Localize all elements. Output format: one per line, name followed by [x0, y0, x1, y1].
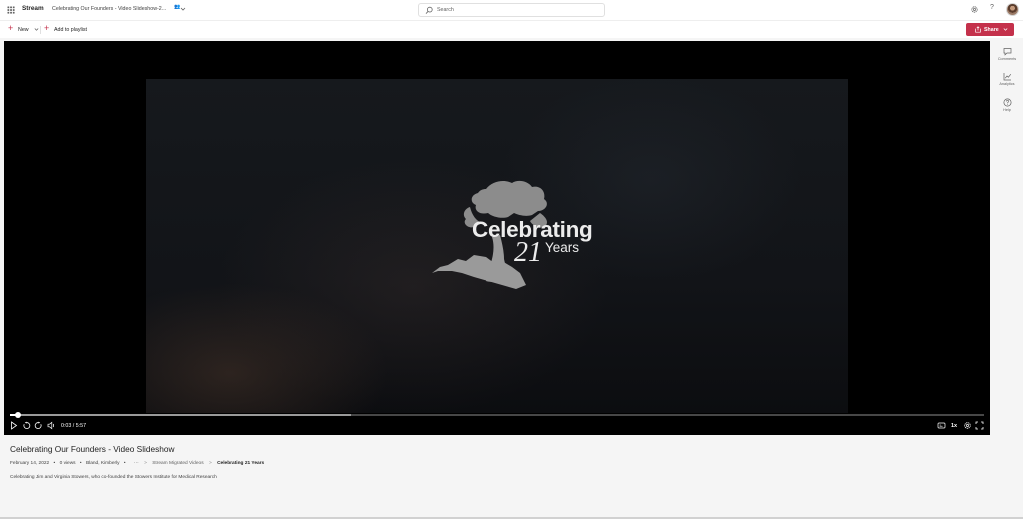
play-icon	[11, 421, 18, 430]
video-player[interactable]: Celebrating 21 Years 0:03 / 5:57 1x	[4, 41, 990, 435]
forward-button[interactable]	[34, 421, 43, 431]
analytics-icon	[1003, 73, 1011, 81]
publish-date: February 14, 2022	[10, 461, 50, 466]
forward-icon	[34, 421, 42, 429]
help-icon	[1003, 98, 1011, 107]
captions-icon	[937, 422, 946, 429]
breadcrumb-current: Celebrating 21 Years	[217, 461, 265, 466]
rewind-icon	[23, 421, 31, 429]
analytics-button[interactable]: Analytics	[994, 72, 1020, 86]
separator-dot: •	[53, 461, 56, 466]
share-button[interactable]: Share	[966, 23, 1014, 36]
help-icon[interactable]: ?	[990, 4, 994, 11]
chevron-right-icon: >	[208, 461, 212, 466]
comments-icon	[1003, 48, 1011, 56]
app-name[interactable]: Stream	[22, 5, 44, 12]
comments-label: Comments	[997, 57, 1017, 61]
command-bar: + New + Add to playlist Share	[0, 20, 1023, 38]
plus-icon: +	[8, 23, 14, 33]
document-title[interactable]: Celebrating Our Founders - Video Slidesh…	[52, 6, 166, 12]
chevron-down-icon	[1003, 28, 1008, 31]
view-count: 0 views	[59, 461, 76, 466]
comments-button[interactable]: Comments	[994, 47, 1020, 61]
fullscreen-icon	[975, 421, 984, 430]
chevron-down-icon[interactable]	[180, 5, 186, 13]
separator-dot: •	[79, 461, 82, 466]
volume-icon	[47, 421, 55, 430]
celebrating-21-years-logo: Celebrating 21 Years	[428, 177, 604, 299]
logo-number: 21	[514, 237, 542, 268]
analytics-label: Analytics	[999, 82, 1015, 86]
add-to-playlist-button[interactable]: Add to playlist	[54, 27, 87, 33]
help-rail-button[interactable]: Help	[994, 98, 1020, 112]
share-icon	[975, 26, 981, 33]
more-breadcrumbs-button[interactable]: ···	[134, 461, 139, 466]
chevron-right-icon: >	[144, 461, 147, 466]
seek-handle[interactable]	[15, 412, 22, 418]
rewind-button[interactable]	[22, 421, 31, 431]
app-launcher-icon[interactable]	[7, 6, 15, 14]
search-placeholder: Search	[437, 7, 454, 13]
captions-button[interactable]	[937, 421, 946, 431]
video-title: Celebrating Our Founders - Video Slidesh…	[10, 444, 175, 454]
new-button[interactable]: New	[18, 27, 29, 33]
playback-speed[interactable]: 1x	[951, 423, 957, 429]
volume-button[interactable]	[47, 421, 56, 431]
search-box[interactable]: Search	[418, 3, 605, 17]
video-description: Celebrating Jim and Virginia Stowers, wh…	[10, 475, 217, 480]
seek-bar[interactable]	[10, 412, 984, 418]
plus-icon: +	[44, 23, 50, 33]
toolbar-divider	[40, 26, 41, 34]
stream-app: Stream Celebrating Our Founders - Video …	[0, 0, 1023, 519]
buffered-range	[10, 414, 351, 416]
breadcrumb-item[interactable]: Stream Migrated Videos	[152, 461, 203, 466]
share-label: Share	[984, 26, 999, 33]
avatar[interactable]	[1006, 3, 1019, 16]
top-header: Stream Celebrating Our Founders - Video …	[0, 0, 1023, 20]
help-label: Help	[1003, 108, 1011, 112]
time-display: 0:03 / 5:57	[61, 423, 87, 429]
author-name[interactable]: Bland, Kimberly	[86, 461, 120, 466]
player-settings-button[interactable]	[963, 421, 972, 431]
separator-dot: •	[123, 461, 126, 466]
logo-years: Years	[545, 240, 580, 255]
chevron-down-icon[interactable]	[34, 27, 39, 32]
play-button[interactable]	[10, 421, 18, 431]
video-metadata: February 14, 2022 • 0 views • Bland, Kim…	[10, 461, 264, 467]
search-icon	[425, 6, 433, 14]
fullscreen-button[interactable]	[975, 421, 984, 431]
settings-icon	[964, 422, 971, 429]
settings-icon[interactable]	[970, 5, 979, 14]
